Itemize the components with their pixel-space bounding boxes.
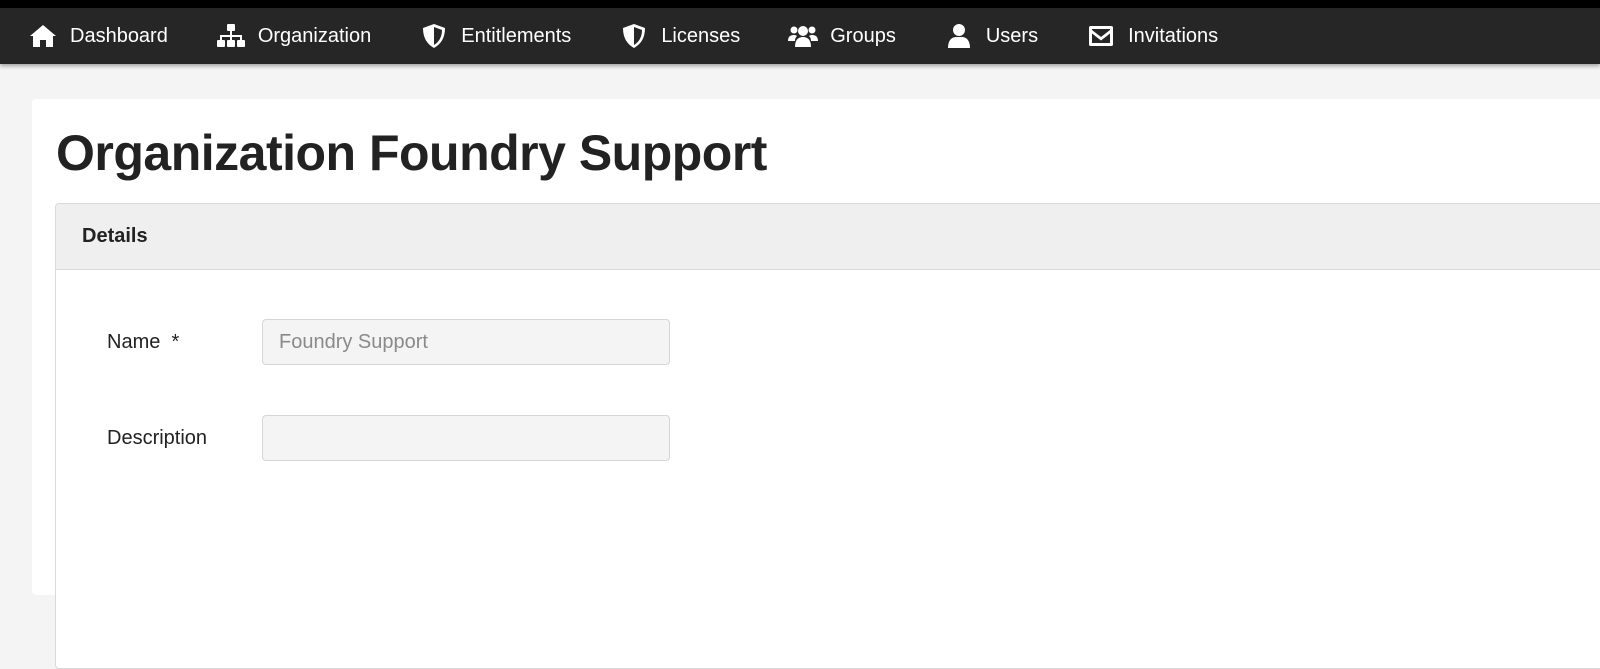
nav-item-groups[interactable]: Groups [788,8,896,64]
description-field[interactable] [262,415,670,461]
description-row: Description [56,415,670,461]
nav-label-dashboard: Dashboard [70,24,168,47]
nav-label-organization: Organization [257,24,372,47]
envelope-icon [1086,21,1116,51]
nav-label-licenses: Licenses [661,24,741,47]
main-content: Organization Foundry Support Details Nam… [32,99,1600,669]
sitemap-icon [216,21,246,51]
details-card-header: Details [56,204,1600,270]
nav-item-licenses[interactable]: Licenses [619,8,740,64]
nav-item-dashboard[interactable]: Dashboard [28,8,168,64]
nav-item-users[interactable]: Users [944,8,1038,64]
details-card: Details Name * Description [55,203,1600,669]
users-icon [788,21,819,51]
user-icon [944,21,974,51]
name-label: Name * [107,330,180,353]
shield-icon [419,21,449,51]
nav-item-entitlements[interactable]: Entitlements [419,8,571,64]
page-title: Organization Foundry Support [56,125,767,181]
nav-item-invitations[interactable]: Invitations [1086,8,1218,64]
description-label: Description [107,426,208,449]
nav-item-organization[interactable]: Organization [216,8,371,64]
name-row: Name * [56,319,670,365]
name-field[interactable] [262,319,670,365]
nav-label-entitlements: Entitlements [461,24,572,47]
top-strip [0,0,1600,8]
main-navbar: Dashboard Organization Entitlements Lice… [0,8,1600,64]
nav-label-groups: Groups [830,24,896,47]
nav-label-users: Users [985,24,1039,47]
nav-label-invitations: Invitations [1128,24,1219,47]
home-icon [28,21,58,51]
shield-icon [619,21,649,51]
